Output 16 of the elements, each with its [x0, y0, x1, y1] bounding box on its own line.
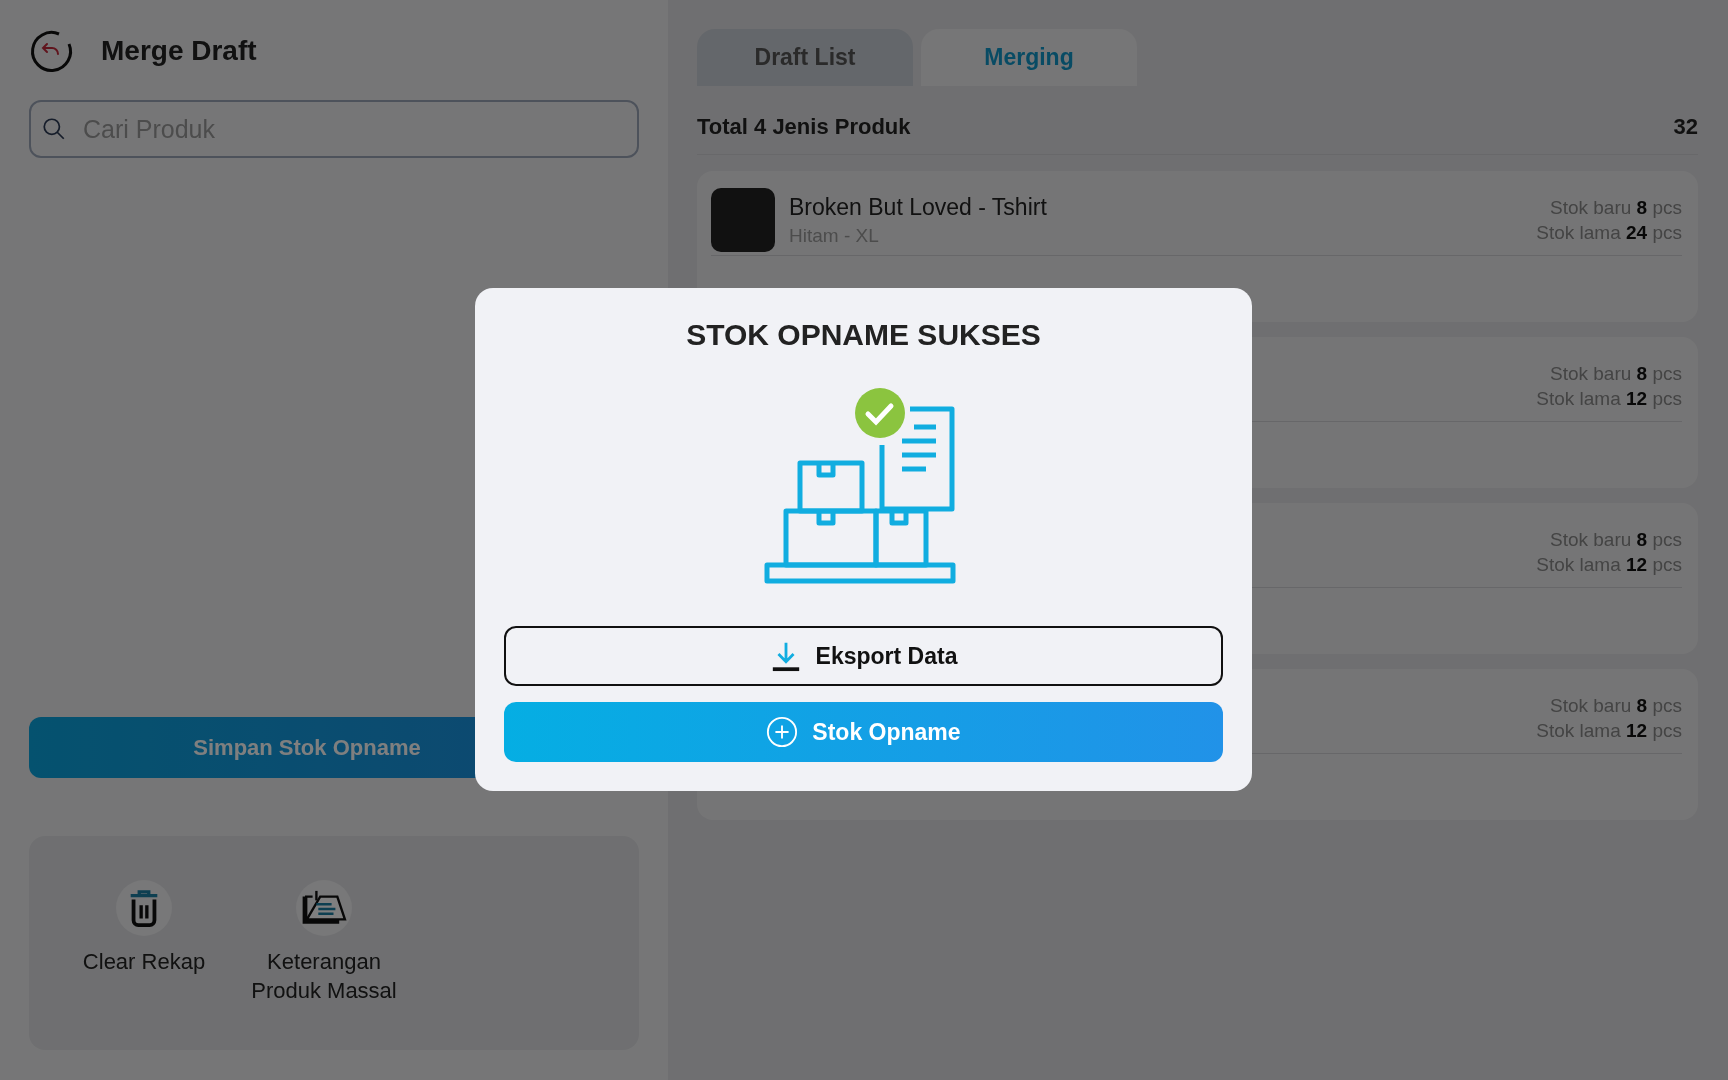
plus-circle-icon — [766, 716, 799, 748]
export-button[interactable]: Eksport Data — [504, 626, 1223, 686]
stock-opname-button[interactable]: Stok Opname — [504, 702, 1223, 762]
dialog-title: STOK OPNAME SUKSES — [686, 318, 1041, 352]
photo-placeholder — [711, 188, 775, 252]
product-name: Broken But Loved - Tshirt — [789, 193, 1048, 221]
back-icon[interactable] — [29, 28, 75, 74]
summary-count: 32 — [1673, 114, 1698, 140]
action-label: Clear Rekap — [82, 948, 206, 976]
tab[interactable]: Merging — [921, 29, 1137, 86]
document-icon — [301, 889, 347, 927]
page-title: Merge Draft — [101, 35, 257, 67]
search-icon — [41, 116, 67, 142]
tab[interactable]: Draft List — [697, 29, 913, 86]
action-label: Keterangan Produk Massal — [250, 948, 398, 1005]
summary-label: Total 4 Jenis Produk — [697, 114, 911, 140]
